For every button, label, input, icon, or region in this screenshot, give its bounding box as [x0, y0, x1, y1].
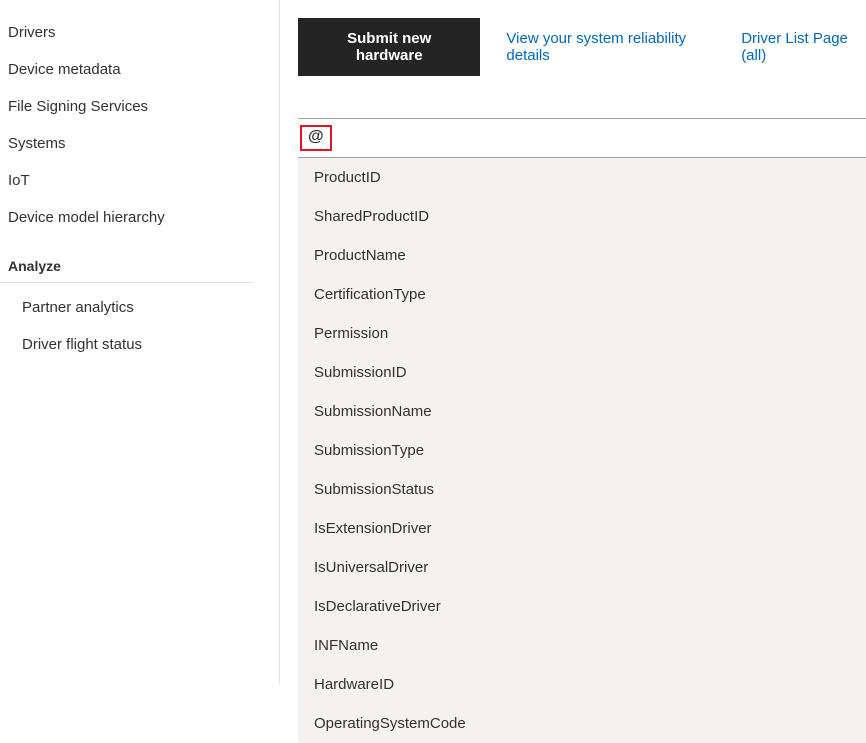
dropdown-item-certificationtype[interactable]: CertificationType: [298, 275, 866, 314]
sidebar-item-iot[interactable]: IoT: [0, 162, 279, 199]
dropdown-item-isuniversaldriver[interactable]: IsUniversalDriver: [298, 548, 866, 587]
sidebar-subitem-partner-analytics[interactable]: Partner analytics: [0, 289, 279, 326]
dropdown-item-infname[interactable]: INFName: [298, 626, 866, 665]
action-bar: Submit new hardware View your system rel…: [298, 18, 866, 76]
dropdown-item-submissionstatus[interactable]: SubmissionStatus: [298, 470, 866, 509]
dropdown-item-operatingsystemcode[interactable]: OperatingSystemCode: [298, 704, 866, 743]
sidebar-subitem-driver-flight-status[interactable]: Driver flight status: [0, 326, 279, 363]
search-highlight-char: @: [300, 125, 332, 151]
dropdown-item-submissionid[interactable]: SubmissionID: [298, 353, 866, 392]
sidebar-item-systems[interactable]: Systems: [0, 125, 279, 162]
filter-dropdown-list: ProductID SharedProductID ProductName Ce…: [298, 158, 866, 743]
dropdown-item-productname[interactable]: ProductName: [298, 236, 866, 275]
sidebar-item-file-signing[interactable]: File Signing Services: [0, 88, 279, 125]
dropdown-item-sharedproductid[interactable]: SharedProductID: [298, 197, 866, 236]
dropdown-item-hardwareid[interactable]: HardwareID: [298, 665, 866, 704]
sidebar: Drivers Device metadata File Signing Ser…: [0, 0, 280, 684]
driver-list-page-link[interactable]: Driver List Page (all): [741, 30, 866, 64]
sidebar-item-drivers[interactable]: Drivers: [0, 14, 279, 51]
dropdown-item-isdeclarativedriver[interactable]: IsDeclarativeDriver: [298, 587, 866, 626]
dropdown-item-isextensiondriver[interactable]: IsExtensionDriver: [298, 509, 866, 548]
sidebar-item-device-metadata[interactable]: Device metadata: [0, 51, 279, 88]
search-row[interactable]: @: [298, 118, 866, 158]
submit-new-hardware-button[interactable]: Submit new hardware: [298, 18, 480, 76]
main-content: Submit new hardware View your system rel…: [280, 0, 866, 684]
dropdown-item-productid[interactable]: ProductID: [298, 158, 866, 197]
dropdown-item-submissiontype[interactable]: SubmissionType: [298, 431, 866, 470]
view-reliability-link[interactable]: View your system reliability details: [506, 30, 715, 64]
sidebar-item-device-model-hierarchy[interactable]: Device model hierarchy: [0, 199, 279, 236]
dropdown-item-submissionname[interactable]: SubmissionName: [298, 392, 866, 431]
sidebar-section-analyze: Analyze: [0, 236, 253, 283]
dropdown-item-permission[interactable]: Permission: [298, 314, 866, 353]
